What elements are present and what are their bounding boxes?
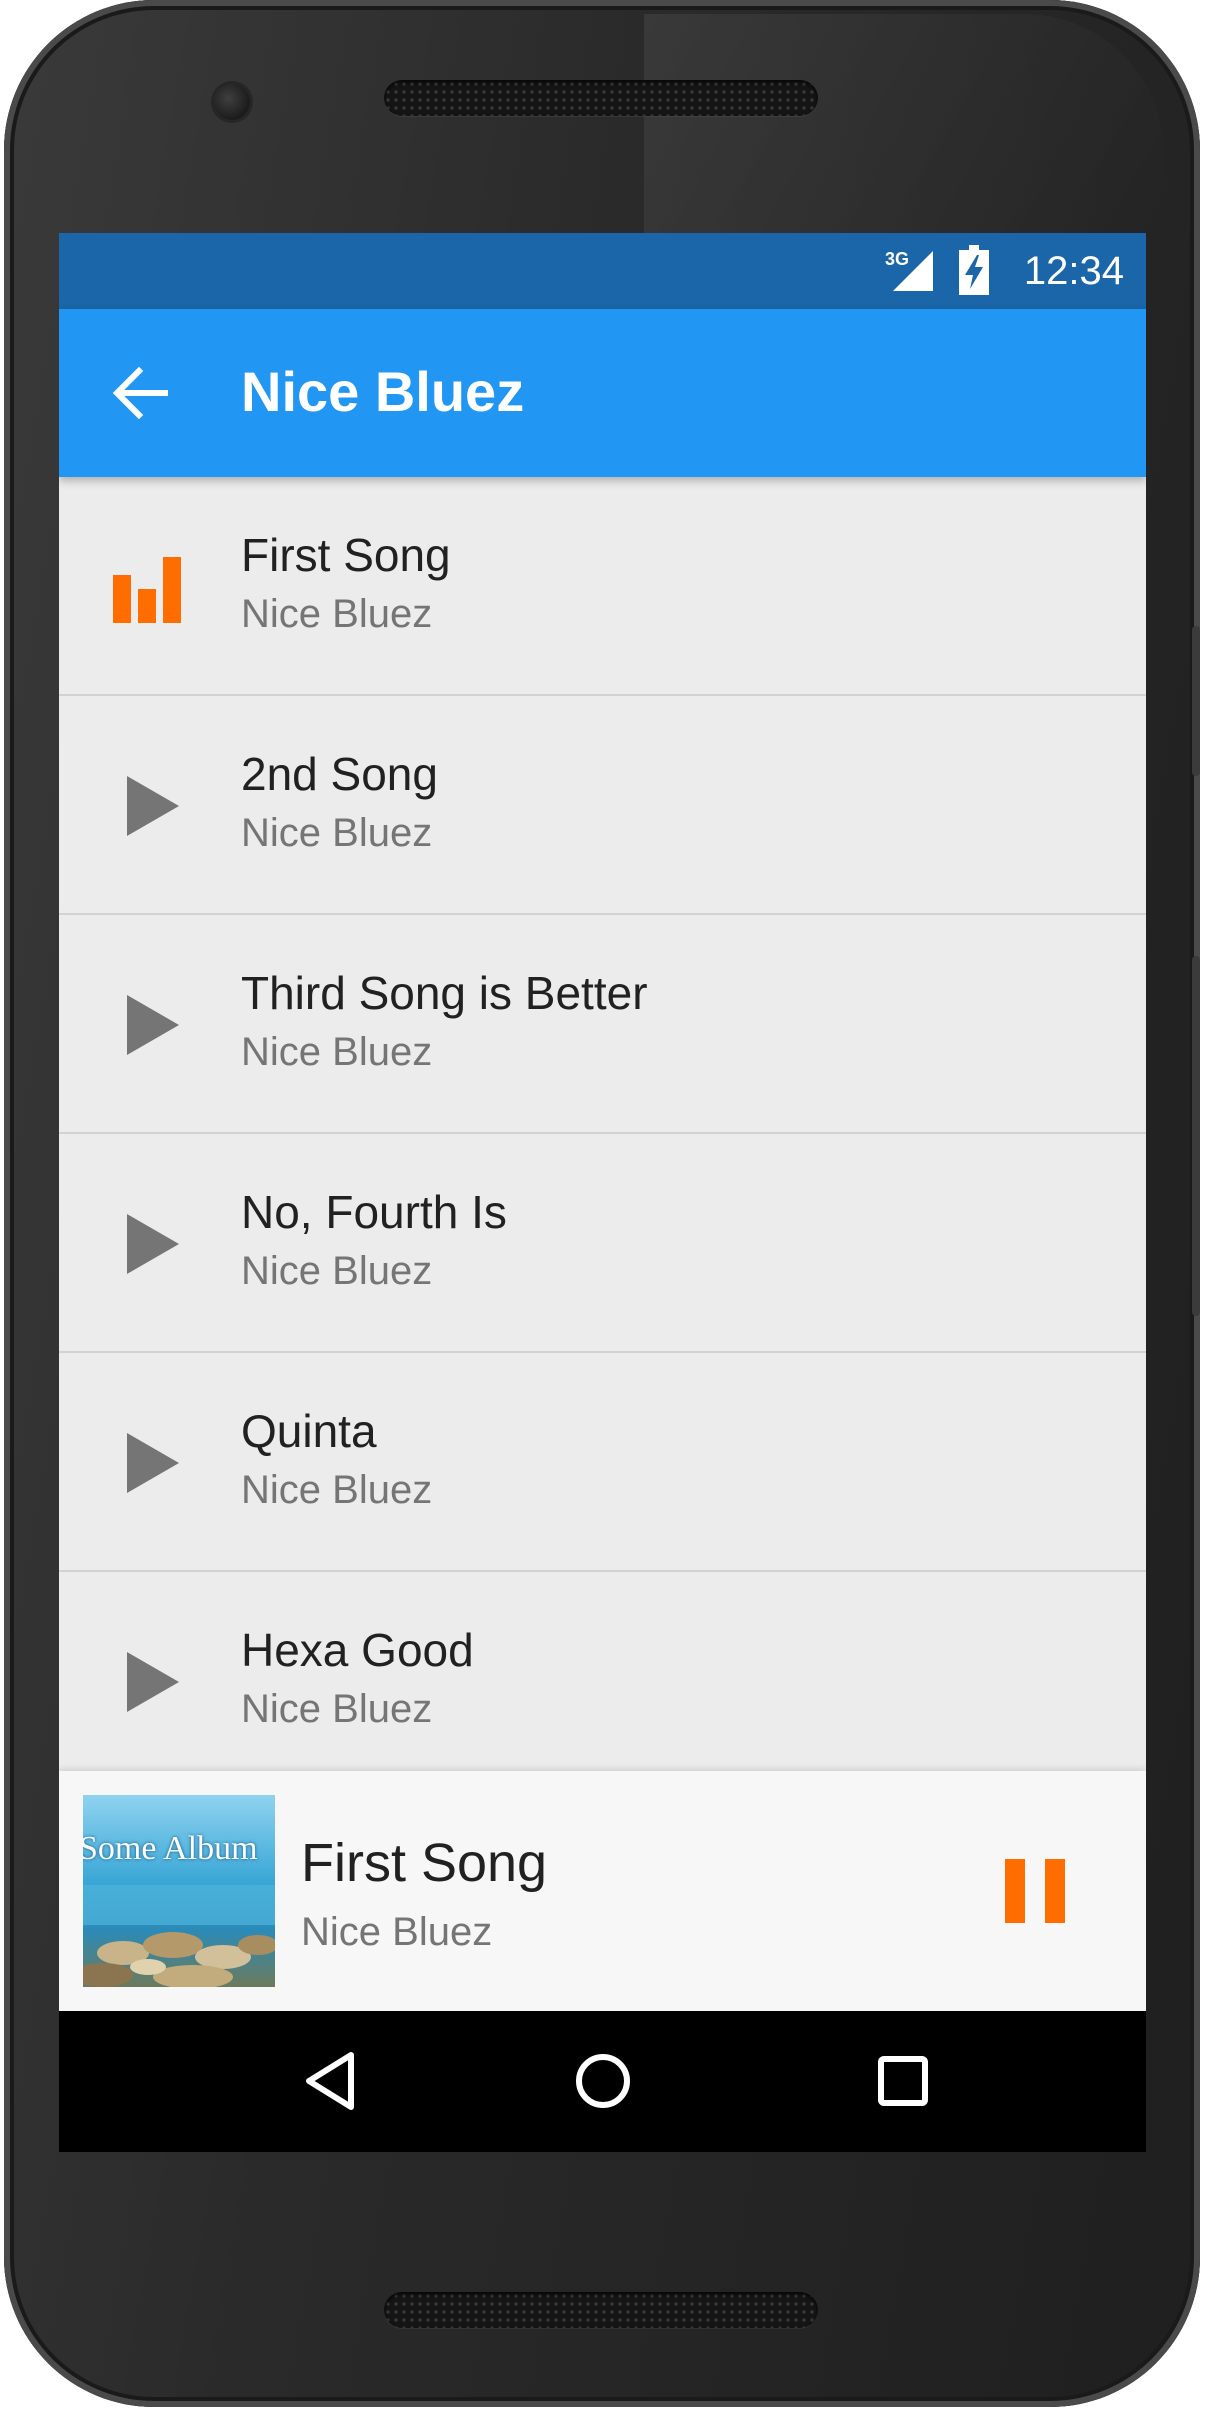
phone-frame: 3G 12:34 Nice Bluez First Song Nice Blue… xyxy=(4,0,1200,2407)
song-artist: Nice Bluez xyxy=(241,1468,433,1512)
back-triangle-icon[interactable] xyxy=(297,2045,369,2117)
song-title: Quinta xyxy=(241,1405,377,1457)
album-art-caption: Some Album xyxy=(83,1830,258,1867)
play-icon[interactable] xyxy=(107,1642,187,1722)
play-icon[interactable] xyxy=(107,985,187,1065)
song-artist: Nice Bluez xyxy=(241,1030,433,1074)
recents-square-icon[interactable] xyxy=(867,2045,939,2117)
page-title: Nice Bluez xyxy=(241,360,525,423)
app-bar: Nice Bluez xyxy=(59,309,1146,477)
song-artist: Nice Bluez xyxy=(241,1249,433,1293)
song-row[interactable]: Hexa Good Nice Bluez xyxy=(59,1572,1146,1791)
play-icon[interactable] xyxy=(107,1204,187,1284)
song-row[interactable]: Third Song is Better Nice Bluez xyxy=(59,915,1146,1134)
song-row[interactable]: 2nd Song Nice Bluez xyxy=(59,696,1146,915)
bottom-speaker xyxy=(384,2292,818,2328)
song-artist: Nice Bluez xyxy=(241,811,433,855)
now-playing-bar[interactable]: Some Album First Song Nice Bluez xyxy=(59,1771,1146,2011)
arrow-back-icon[interactable] xyxy=(109,361,173,425)
play-icon[interactable] xyxy=(107,1423,187,1503)
album-art-image xyxy=(83,1795,275,1987)
status-clock: 12:34 xyxy=(1023,249,1124,293)
power-button xyxy=(1192,626,1200,776)
screen: 3G 12:34 Nice Bluez First Song Nice Blue… xyxy=(59,233,1146,2152)
volume-button xyxy=(1192,956,1200,1316)
front-camera xyxy=(214,84,250,120)
network-type-label: 3G xyxy=(885,249,910,269)
song-row[interactable]: No, Fourth Is Nice Bluez xyxy=(59,1134,1146,1353)
album-art: Some Album xyxy=(83,1795,275,1987)
play-icon[interactable] xyxy=(107,766,187,846)
song-title: 2nd Song xyxy=(241,748,438,800)
song-row[interactable]: Quinta Nice Bluez xyxy=(59,1353,1146,1572)
battery-charging-icon xyxy=(959,245,989,295)
now-playing-title: First Song xyxy=(301,1833,548,1893)
now-playing-artist: Nice Bluez xyxy=(301,1910,493,1954)
status-bar: 3G 12:34 xyxy=(59,233,1146,309)
home-circle-icon[interactable] xyxy=(567,2045,639,2117)
song-title: Third Song is Better xyxy=(241,967,648,1019)
navigation-bar xyxy=(59,2011,1146,2152)
phone-shine xyxy=(644,14,1164,234)
pause-icon[interactable] xyxy=(999,1855,1071,1927)
song-artist: Nice Bluez xyxy=(241,1687,433,1731)
song-row[interactable]: First Song Nice Bluez xyxy=(59,477,1146,696)
song-title: First Song xyxy=(241,529,451,581)
song-title: No, Fourth Is xyxy=(241,1186,507,1238)
top-speaker xyxy=(384,80,818,116)
equalizer-icon xyxy=(113,557,181,623)
song-title: Hexa Good xyxy=(241,1624,474,1676)
song-artist: Nice Bluez xyxy=(241,592,433,636)
song-list: First Song Nice Bluez 2nd Song Nice Blue… xyxy=(59,477,1146,1791)
